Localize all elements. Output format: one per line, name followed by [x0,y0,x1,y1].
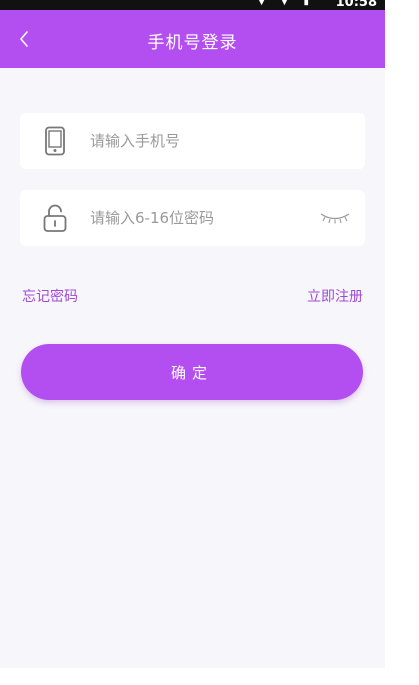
phone-field[interactable] [20,113,365,169]
status-icons: ▼ ▼ ▮ [257,0,315,7]
toggle-password-visibility[interactable] [319,204,351,232]
status-bar: ▼ ▼ ▮ 10:58 [0,0,385,10]
status-time: 10:58 [335,0,377,10]
forgot-password-link[interactable]: 忘记密码 [22,286,78,306]
page-title: 手机号登录 [147,33,238,53]
password-input[interactable] [88,208,302,228]
phone-icon-wrap [38,124,72,158]
phone-input[interactable] [88,131,302,151]
confirm-button[interactable]: 确定 [21,344,363,400]
eye-closed-icon [320,213,350,224]
register-link[interactable]: 立即注册 [307,286,363,306]
phone-icon [45,126,65,156]
password-field[interactable] [20,190,365,246]
app-screen: ▼ ▼ ▮ 10:58 手机号登录 请输入手机号 忘记密码 立即注册 确定 [0,0,385,668]
nav-bar: 手机号登录 [0,10,385,68]
lock-icon-wrap [38,201,72,235]
lock-icon [43,204,67,232]
